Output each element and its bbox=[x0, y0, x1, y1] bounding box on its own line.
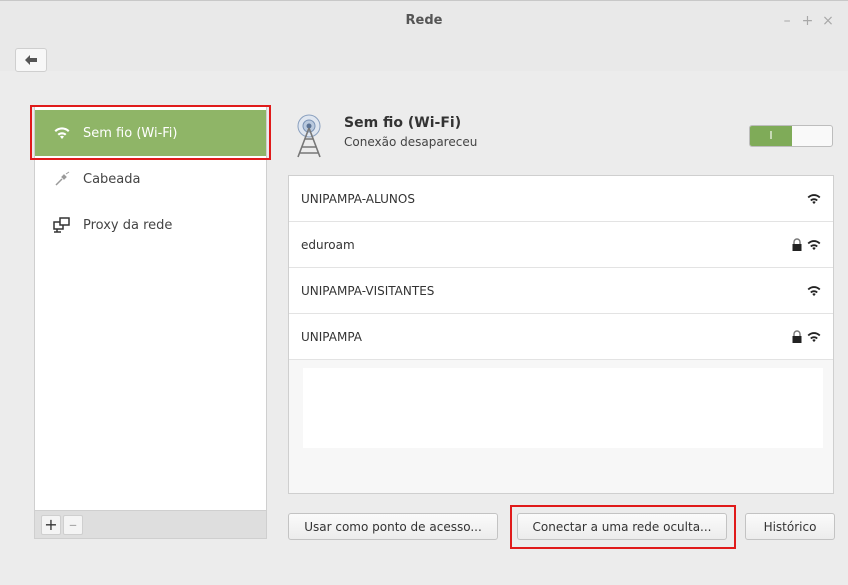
wifi-toggle[interactable]: I bbox=[749, 125, 833, 147]
add-connection-button[interactable]: + bbox=[41, 514, 61, 535]
sidebar-toolbar: + – bbox=[34, 511, 267, 539]
wireless-antenna-icon bbox=[297, 114, 321, 158]
lock-icon bbox=[792, 237, 802, 251]
back-button[interactable] bbox=[15, 48, 47, 72]
back-arrow-icon bbox=[25, 55, 37, 65]
sidebar-item-label: Proxy da rede bbox=[83, 217, 173, 233]
titlebar: Rede – + × bbox=[0, 1, 848, 72]
sidebar-item-wifi[interactable]: Sem fio (Wi-Fi) bbox=[35, 110, 266, 156]
history-button[interactable]: Histórico bbox=[745, 513, 835, 540]
sidebar-item-label: Sem fio (Wi-Fi) bbox=[83, 125, 178, 141]
network-row[interactable]: UNIPAMPA bbox=[289, 314, 833, 360]
toggle-on-indicator: I bbox=[750, 126, 792, 146]
network-name: UNIPAMPA-VISITANTES bbox=[301, 283, 435, 298]
wifi-signal-icon bbox=[807, 193, 821, 204]
window-title: Rede bbox=[405, 13, 443, 28]
network-settings-window: Rede – + × Sem fio (Wi-Fi) Cabeada Proxy… bbox=[0, 0, 848, 585]
network-name: eduroam bbox=[301, 237, 355, 252]
list-empty-area bbox=[303, 368, 823, 448]
minimize-button[interactable]: – bbox=[779, 13, 795, 29]
maximize-button[interactable]: + bbox=[800, 13, 816, 29]
connect-hidden-network-button[interactable]: Conectar a uma rede oculta... bbox=[517, 513, 727, 540]
network-row[interactable]: UNIPAMPA-VISITANTES bbox=[289, 268, 833, 314]
sidebar: Sem fio (Wi-Fi) Cabeada Proxy da rede bbox=[34, 105, 267, 511]
network-list: UNIPAMPA-ALUNOS eduroam UNIPAMPA-VISITAN… bbox=[288, 175, 834, 494]
wifi-signal-icon bbox=[807, 331, 821, 342]
window-controls: – + × bbox=[779, 13, 836, 29]
wifi-header: Sem fio (Wi-Fi) Conexão desapareceu I bbox=[287, 111, 835, 161]
wifi-icon bbox=[53, 124, 71, 142]
network-row[interactable]: eduroam bbox=[289, 222, 833, 268]
network-proxy-icon bbox=[53, 216, 71, 234]
network-name: UNIPAMPA bbox=[301, 329, 363, 344]
panel-title: Sem fio (Wi-Fi) bbox=[344, 115, 462, 131]
remove-connection-button[interactable]: – bbox=[63, 514, 83, 535]
connection-status: Conexão desapareceu bbox=[344, 135, 478, 149]
sidebar-item-proxy[interactable]: Proxy da rede bbox=[35, 202, 266, 248]
lock-icon bbox=[792, 329, 802, 343]
hotspot-button[interactable]: Usar como ponto de acesso... bbox=[288, 513, 498, 540]
network-row[interactable]: UNIPAMPA-ALUNOS bbox=[289, 176, 833, 222]
ethernet-icon bbox=[53, 170, 71, 188]
wifi-signal-icon bbox=[807, 239, 821, 250]
sidebar-item-wired[interactable]: Cabeada bbox=[35, 156, 266, 202]
close-button[interactable]: × bbox=[820, 13, 836, 29]
wifi-signal-icon bbox=[807, 285, 821, 296]
sidebar-item-label: Cabeada bbox=[83, 171, 141, 187]
network-name: UNIPAMPA-ALUNOS bbox=[301, 191, 415, 206]
